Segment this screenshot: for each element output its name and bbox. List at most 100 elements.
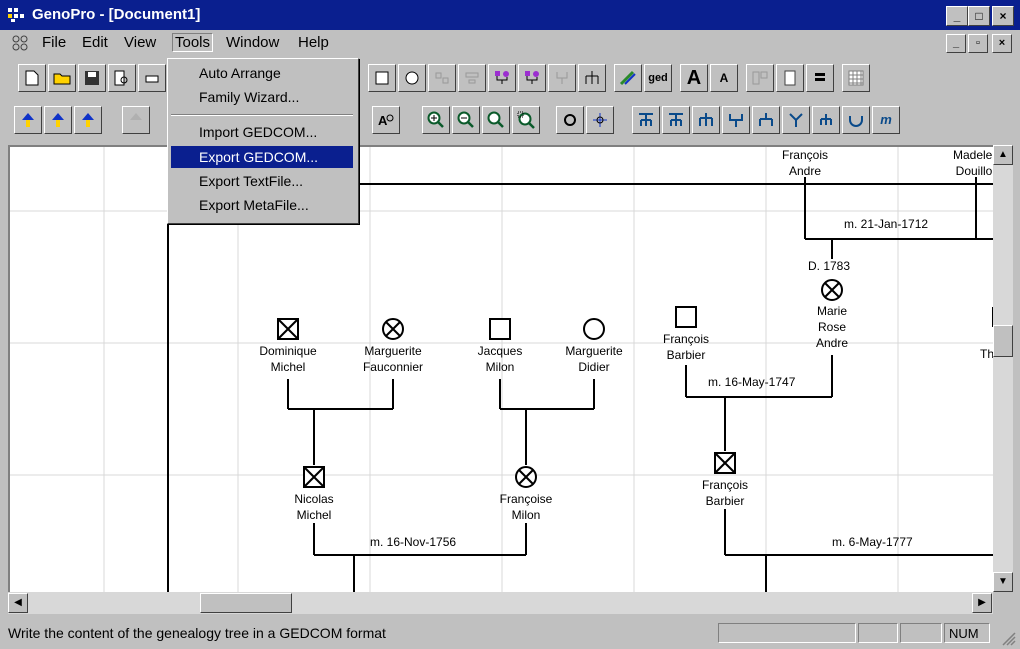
person-first-name: Madelei	[952, 148, 995, 162]
person-francois-andre[interactable]: François Andre	[777, 147, 833, 179]
m-layout-button[interactable]: m	[872, 106, 900, 134]
minimize-button[interactable]: _	[946, 6, 968, 26]
zoom-out-button[interactable]	[452, 106, 480, 134]
menu-help[interactable]: Help	[298, 34, 329, 51]
mdi-restore-button[interactable]: ▫	[968, 34, 988, 53]
menu-item-import-gedcom[interactable]: Import GEDCOM...	[171, 121, 353, 143]
circle-shape-button[interactable]	[398, 64, 426, 92]
menu-item-auto-arrange[interactable]: Auto Arrange	[171, 62, 353, 84]
arrow-1-button[interactable]	[14, 106, 42, 134]
tree-layout-icon	[789, 113, 803, 127]
center-button[interactable]	[586, 106, 614, 134]
tree-layout-8-button[interactable]	[842, 106, 870, 134]
zoom-region-button[interactable]	[512, 106, 540, 134]
menu-item-export-textfile[interactable]: Export TextFile...	[171, 170, 353, 192]
person-nicolas-michel[interactable]: Nicolas Michel	[282, 491, 346, 523]
print-preview-button[interactable]	[108, 64, 136, 92]
mdi-minimize-button[interactable]: _	[946, 34, 966, 53]
resize-grip-icon[interactable]	[1002, 632, 1016, 646]
tree-layout-icon	[669, 113, 683, 126]
maximize-button[interactable]: □	[968, 6, 990, 26]
person-first-name: Marguerite	[364, 344, 422, 358]
scroll-corner	[993, 592, 1013, 614]
rect-shape-button[interactable]	[368, 64, 396, 92]
scroll-right-arrow-icon[interactable]: ▶	[972, 593, 992, 613]
tree-arrange-button[interactable]	[578, 64, 606, 92]
person-dominique-michel[interactable]: Dominique Michel	[252, 343, 324, 375]
scroll-left-arrow-icon[interactable]: ◀	[8, 593, 28, 613]
font-smaller-button[interactable]: A	[710, 64, 738, 92]
tree-layout-3-button[interactable]	[692, 106, 720, 134]
tree-layout-5-button[interactable]	[752, 106, 780, 134]
tree-layout-2-button[interactable]	[662, 106, 690, 134]
refresh-button[interactable]	[556, 106, 584, 134]
vertical-scrollbar[interactable]: ▲ ▼	[993, 145, 1013, 592]
tree-layout-6-button[interactable]	[782, 106, 810, 134]
person-madeleine-douillot[interactable]: Madelei Douillo	[944, 147, 995, 179]
menu-window[interactable]: Window	[226, 34, 279, 51]
arrow-2-button[interactable]	[44, 106, 72, 134]
tree-arrange-icon	[585, 71, 599, 84]
document-icon[interactable]	[12, 35, 30, 51]
vertical-scroll-thumb[interactable]	[993, 325, 1013, 357]
new-file-button[interactable]	[18, 64, 46, 92]
person-first-name: François	[662, 332, 709, 346]
scroll-up-arrow-icon[interactable]: ▲	[993, 145, 1013, 165]
shape-disabled-2-button[interactable]	[458, 64, 486, 92]
status-panel	[858, 623, 898, 643]
arrow-3-button[interactable]	[74, 106, 102, 134]
secondary-toolbar: A m	[10, 102, 1020, 140]
menu-item-export-gedcom[interactable]: Export GEDCOM...	[171, 146, 353, 168]
horizontal-scroll-thumb[interactable]	[200, 593, 292, 613]
grid-button[interactable]	[842, 64, 870, 92]
find-text-icon: A	[378, 113, 394, 128]
shape-disabled-icon	[465, 72, 479, 84]
menu-item-family-wizard[interactable]: Family Wizard...	[171, 86, 353, 108]
marriage-label: m. 6-May-1777	[832, 535, 913, 549]
person-last-name: Milon	[511, 508, 541, 522]
tree-layout-1-button[interactable]	[632, 106, 660, 134]
person-marguerite-fauconnier[interactable]: Marguerite Fauconnier	[355, 343, 431, 375]
close-button[interactable]: ×	[992, 6, 1014, 26]
menu-tools[interactable]: Tools	[172, 33, 214, 52]
person-last-name: Barbier	[705, 494, 745, 508]
menu-view[interactable]: View	[124, 34, 156, 51]
person-marie-rose-andre[interactable]: Marie Rose Andre	[802, 303, 862, 351]
menu-file[interactable]: File	[42, 34, 66, 51]
zoom-fit-button[interactable]	[482, 106, 510, 134]
menu-edit[interactable]: Edit	[82, 34, 108, 51]
open-folder-icon	[53, 73, 71, 85]
person-jacques-milon[interactable]: Jacques Milon	[468, 343, 532, 375]
tree-layout-7-button[interactable]	[812, 106, 840, 134]
person-marguerite-didier[interactable]: Marguerite Didier	[556, 343, 632, 375]
open-button[interactable]	[48, 64, 76, 92]
stack-button[interactable]	[806, 64, 834, 92]
family-link-icon	[525, 71, 539, 84]
family-link-2-button[interactable]	[518, 64, 546, 92]
zoom-in-button[interactable]	[422, 106, 450, 134]
tree-canvas[interactable]: François Andre Madelei Douillo Dominique…	[8, 145, 995, 594]
layout-disabled-button[interactable]	[746, 64, 774, 92]
gedcom-button[interactable]: ged	[644, 64, 672, 92]
shape-disabled-1-button[interactable]	[428, 64, 456, 92]
print-button[interactable]	[138, 64, 166, 92]
arrow-disabled-icon	[130, 113, 142, 120]
horizontal-scrollbar[interactable]: ◀ ▶	[8, 592, 993, 614]
page-setup-button[interactable]	[776, 64, 804, 92]
person-francoise-milon[interactable]: Françoise Milon	[488, 491, 564, 523]
find-text-button[interactable]: A	[372, 106, 400, 134]
family-disabled-button[interactable]	[548, 64, 576, 92]
tree-layout-4-button[interactable]	[722, 106, 750, 134]
person-francois-barbier-junior[interactable]: François Barbier	[693, 477, 757, 509]
save-button[interactable]	[78, 64, 106, 92]
color-pen-button[interactable]	[614, 64, 642, 92]
person-francois-barbier[interactable]: François Barbier	[654, 331, 718, 363]
stack-icon	[815, 73, 825, 81]
menu-item-export-metafile[interactable]: Export MetaFile...	[171, 194, 353, 216]
zoom-region-icon	[517, 111, 535, 129]
family-link-button[interactable]	[488, 64, 516, 92]
font-larger-button[interactable]: A	[680, 64, 708, 92]
scroll-down-arrow-icon[interactable]: ▼	[993, 572, 1013, 592]
mdi-close-button[interactable]: ×	[992, 34, 1012, 53]
arrow-disabled-button[interactable]	[122, 106, 150, 134]
